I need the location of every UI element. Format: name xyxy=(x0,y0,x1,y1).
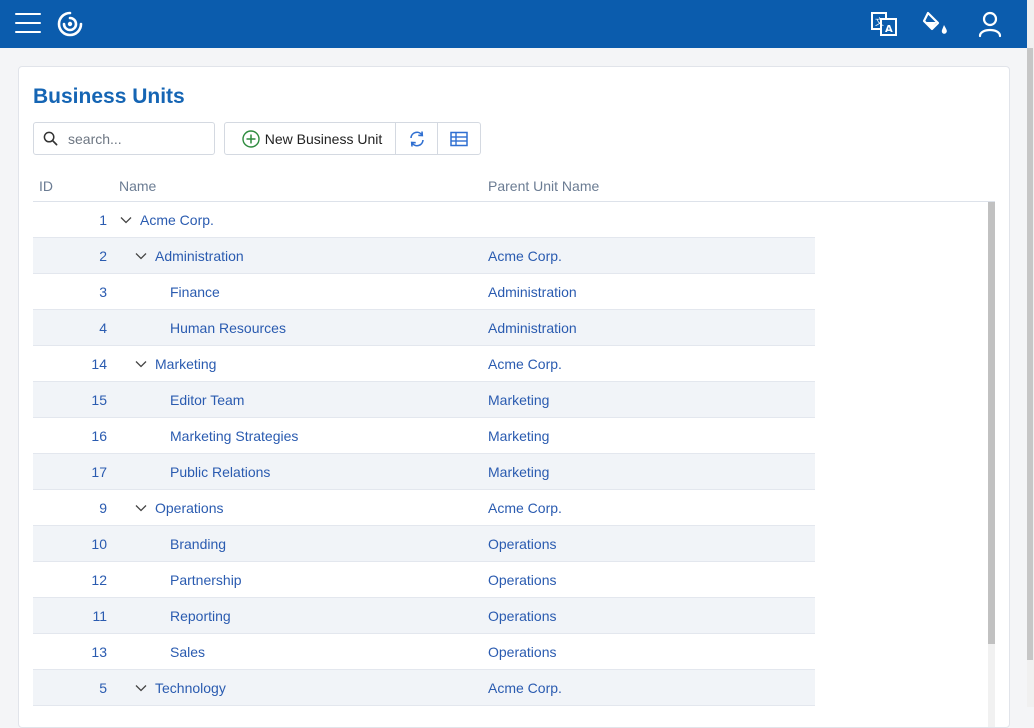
refresh-button[interactable] xyxy=(396,123,438,154)
row-parent-cell[interactable]: Marketing xyxy=(488,428,549,444)
menu-icon[interactable] xyxy=(15,13,41,35)
table-row[interactable]: 5 Technology Acme Corp. xyxy=(33,670,815,706)
row-id-cell: 14 xyxy=(91,356,107,372)
row-name-cell[interactable]: Editor Team xyxy=(170,392,244,408)
row-name-cell[interactable]: Acme Corp. xyxy=(140,212,214,228)
table-row[interactable]: 4 Human Resources Administration xyxy=(33,310,815,346)
row-id-cell: 2 xyxy=(99,248,107,264)
table-row[interactable]: 11 Reporting Operations xyxy=(33,598,815,634)
chevron-down-icon[interactable] xyxy=(135,502,147,514)
row-name-cell[interactable]: Marketing xyxy=(155,356,216,372)
row-parent-cell[interactable]: Operations xyxy=(488,536,556,552)
table-row[interactable]: 10 Branding Operations xyxy=(33,526,815,562)
search-input[interactable] xyxy=(66,128,210,150)
row-parent-cell[interactable]: Acme Corp. xyxy=(488,248,562,264)
chevron-down-icon[interactable] xyxy=(135,358,147,370)
row-id-cell: 5 xyxy=(99,680,107,696)
window-scrollbar[interactable] xyxy=(1027,0,1034,707)
row-name-cell[interactable]: Sales xyxy=(170,644,205,660)
row-id-cell: 11 xyxy=(92,608,107,624)
row-name-cell[interactable]: Administration xyxy=(155,248,244,264)
grid-header: ID Name Parent Unit Name xyxy=(33,175,995,202)
row-id-cell: 15 xyxy=(91,392,107,408)
window-scrollbar-thumb[interactable] xyxy=(1027,48,1033,660)
row-id-cell: 16 xyxy=(91,428,107,444)
row-parent-cell[interactable]: Administration xyxy=(488,320,577,336)
row-parent-cell[interactable]: Marketing xyxy=(488,464,549,480)
row-name-cell[interactable]: Public Relations xyxy=(170,464,270,480)
row-name-cell[interactable]: Partnership xyxy=(170,572,242,588)
table-row[interactable]: 1 Acme Corp. xyxy=(33,202,815,238)
table-row[interactable]: 14 Marketing Acme Corp. xyxy=(33,346,815,382)
top-navigation-bar: 文 A xyxy=(0,0,1027,48)
row-id-cell: 1 xyxy=(99,212,107,228)
row-parent-cell[interactable]: Marketing xyxy=(488,392,549,408)
row-name-cell[interactable]: Finance xyxy=(170,284,220,300)
toolbar-button-group: New Business Unit xyxy=(224,122,481,155)
new-business-unit-button[interactable]: New Business Unit xyxy=(225,123,396,154)
row-id-cell: 4 xyxy=(99,320,107,336)
translate-icon[interactable]: 文 A xyxy=(870,10,898,38)
row-id-cell: 10 xyxy=(91,536,107,552)
table-row[interactable]: 15 Editor Team Marketing xyxy=(33,382,815,418)
business-units-panel: Business Units New Business Unit xyxy=(18,66,1010,728)
table-row[interactable]: 9 Operations Acme Corp. xyxy=(33,490,815,526)
column-picker-button[interactable] xyxy=(438,123,480,154)
row-parent-cell[interactable]: Operations xyxy=(488,644,556,660)
table-row[interactable]: 2 Administration Acme Corp. xyxy=(33,238,815,274)
row-parent-cell[interactable]: Administration xyxy=(488,284,577,300)
table-row[interactable]: 13 Sales Operations xyxy=(33,634,815,670)
new-business-unit-label: New Business Unit xyxy=(264,130,383,147)
chevron-down-icon[interactable] xyxy=(135,682,147,694)
row-id-cell: 12 xyxy=(91,572,107,588)
row-name-cell[interactable]: Human Resources xyxy=(170,320,286,336)
search-icon xyxy=(43,131,58,146)
row-name-cell[interactable]: Technology xyxy=(155,680,226,696)
user-icon[interactable] xyxy=(976,10,1004,38)
row-parent-cell[interactable]: Acme Corp. xyxy=(488,500,562,516)
row-id-cell: 13 xyxy=(91,644,107,660)
logo-icon[interactable] xyxy=(56,10,84,38)
row-name-cell[interactable]: Branding xyxy=(170,536,226,552)
svg-text:A: A xyxy=(885,24,893,35)
page-title: Business Units xyxy=(33,85,185,108)
row-parent-cell[interactable]: Acme Corp. xyxy=(488,356,562,372)
chevron-down-icon[interactable] xyxy=(120,214,132,226)
table-row[interactable]: 16 Marketing Strategies Marketing xyxy=(33,418,815,454)
table-row[interactable]: 3 Finance Administration xyxy=(33,274,815,310)
column-picker-icon xyxy=(450,131,468,146)
table-row[interactable]: 12 Partnership Operations xyxy=(33,562,815,598)
add-circle-icon xyxy=(242,129,260,148)
row-name-cell[interactable]: Reporting xyxy=(170,608,231,624)
row-parent-cell[interactable]: Acme Corp. xyxy=(488,680,562,696)
row-name-cell[interactable]: Operations xyxy=(155,500,223,516)
row-parent-cell[interactable]: Operations xyxy=(488,608,556,624)
column-header-parent[interactable]: Parent Unit Name xyxy=(488,178,599,194)
row-name-cell[interactable]: Marketing Strategies xyxy=(170,428,298,444)
refresh-icon xyxy=(409,130,424,147)
grid-vertical-scrollbar[interactable] xyxy=(988,202,995,727)
grid-body: 1 Acme Corp. 2 Administration Acme Corp. 3 Fin… xyxy=(33,202,815,727)
theme-paint-icon[interactable] xyxy=(922,10,950,38)
table-row[interactable]: 17 Public Relations Marketing xyxy=(33,454,815,490)
row-id-cell: 9 xyxy=(99,500,107,516)
chevron-down-icon[interactable] xyxy=(135,250,147,262)
column-header-name[interactable]: Name xyxy=(119,178,156,194)
column-header-id[interactable]: ID xyxy=(39,178,53,194)
row-id-cell: 3 xyxy=(99,284,107,300)
row-id-cell: 17 xyxy=(91,464,107,480)
search-box[interactable] xyxy=(33,122,215,155)
svg-text:文: 文 xyxy=(875,16,884,28)
grid-scrollbar-thumb[interactable] xyxy=(988,202,995,644)
row-parent-cell[interactable]: Operations xyxy=(488,572,556,588)
